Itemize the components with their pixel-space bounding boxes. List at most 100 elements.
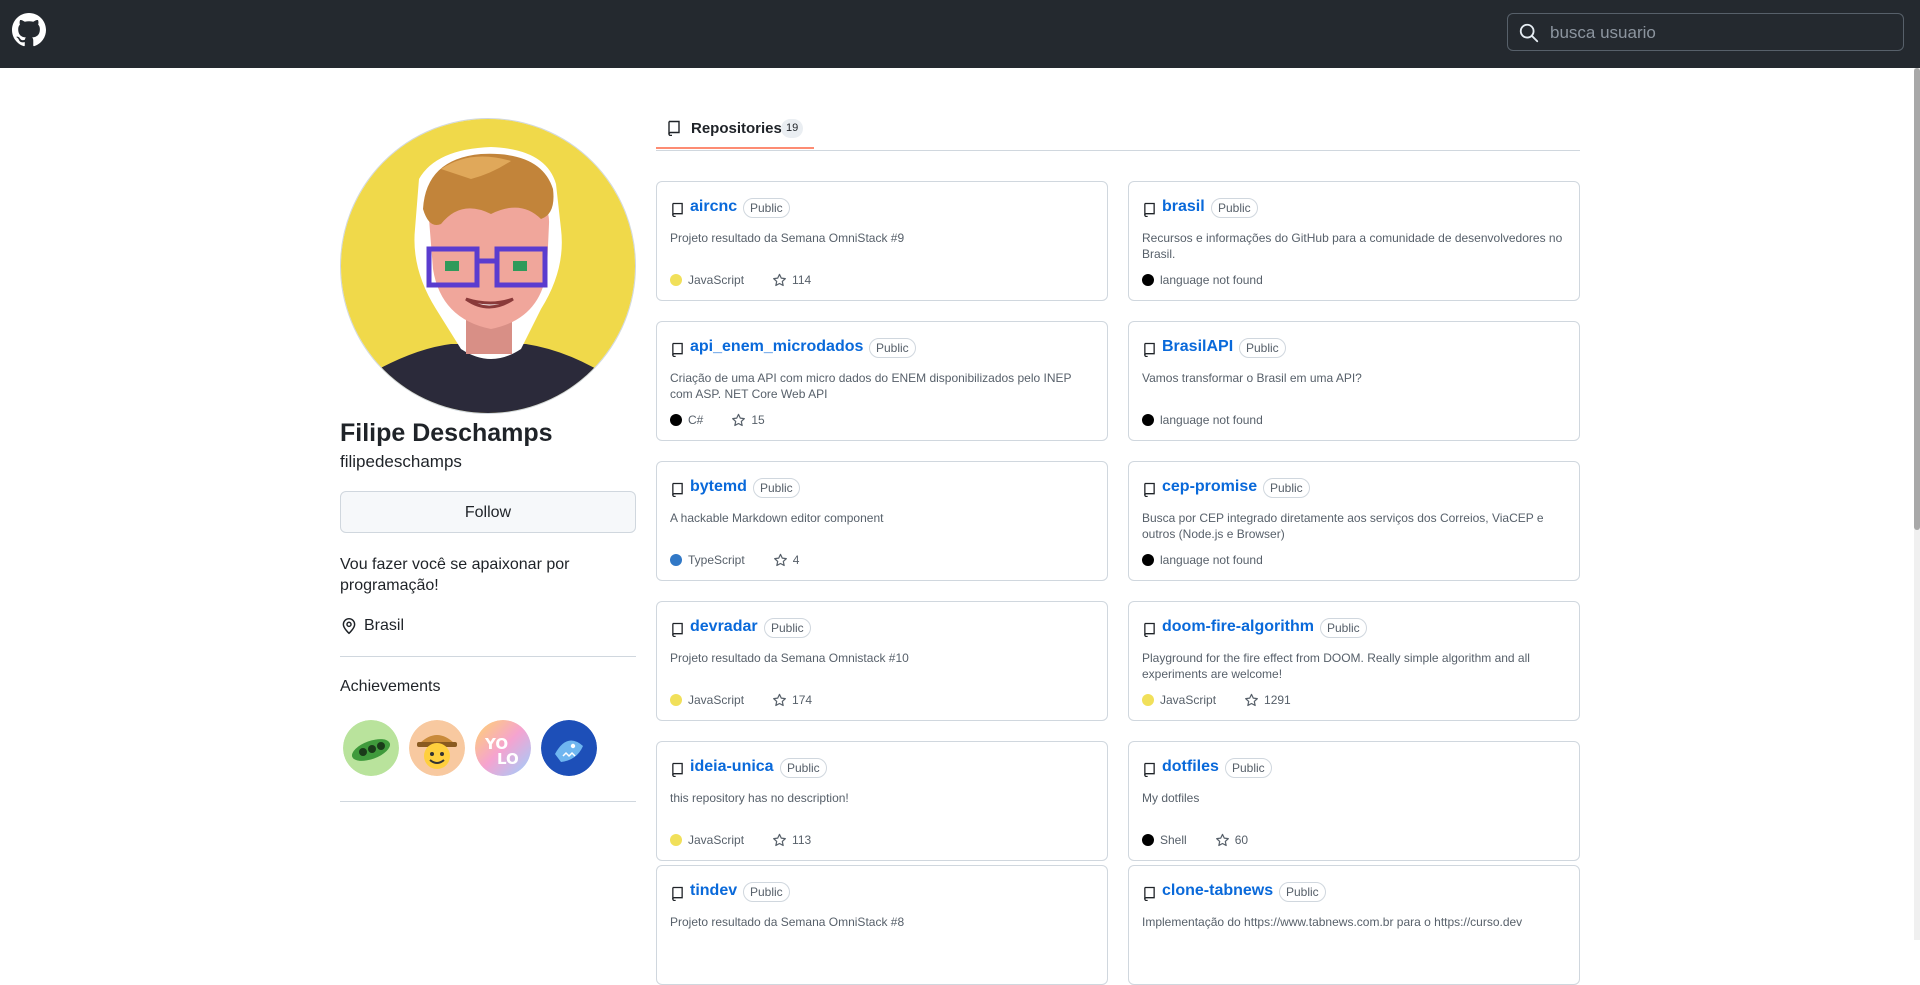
repo-description: A hackable Markdown editor component (670, 511, 884, 525)
repo-meta: JavaScript 1291 (1142, 692, 1291, 708)
repo-icon (1144, 762, 1155, 777)
repo-meta: language not found (1142, 272, 1263, 288)
repo-description: this repository has no description! (670, 791, 849, 805)
repo-name-link[interactable]: cep-promise (1162, 478, 1257, 496)
visibility-badge: Public (869, 338, 916, 358)
repo-name-link[interactable]: bytemd (690, 478, 747, 496)
search-box[interactable] (1507, 13, 1904, 51)
yolo-badge-icon[interactable]: YO LO (475, 720, 531, 776)
repo-name-link[interactable]: clone-tabnews (1162, 882, 1273, 900)
search-icon (1519, 23, 1539, 43)
repo-meta: language not found (1142, 552, 1263, 568)
visibility-badge: Public (780, 758, 827, 778)
repo-card[interactable]: bytemd Public A hackable Markdown editor c… (656, 461, 1108, 581)
language-color-dot (670, 414, 682, 426)
repo-card[interactable]: BrasilAPI Public Vamos transformar o Brasi… (1128, 321, 1580, 441)
repo-icon (1144, 622, 1155, 637)
repo-card[interactable]: cep-promise Public Busca por CEP integrado… (1128, 461, 1580, 581)
visibility-badge: Public (1225, 758, 1272, 778)
repo-icon (672, 762, 683, 777)
visibility-badge: Public (764, 618, 811, 638)
visibility-badge: Public (753, 478, 800, 498)
repo-description: Recursos e informações do GitHub para a … (1142, 231, 1563, 261)
repo-description: My dotfiles (1142, 791, 1200, 805)
sidebar-divider-bottom (340, 801, 636, 802)
repo-name-link[interactable]: dotfiles (1162, 758, 1219, 776)
repo-card[interactable]: clone-tabnews Public Implementação do http… (1128, 865, 1580, 985)
repo-description: Criação de uma API com micro dados do EN… (670, 371, 1072, 401)
repo-language: C# (688, 413, 704, 427)
repo-name-link[interactable]: brasil (1162, 198, 1205, 216)
repo-card[interactable]: devradar Public Projeto resultado da Seman… (656, 601, 1108, 721)
language-color-dot (1142, 834, 1154, 846)
repo-stars: 174 (792, 693, 813, 707)
github-logo-icon[interactable] (12, 13, 46, 47)
peas-badge-icon[interactable] (343, 720, 399, 776)
repo-name-link[interactable]: api_enem_microdados (690, 338, 863, 356)
repo-card[interactable]: brasil Public Recursos e informações do Gi… (1128, 181, 1580, 301)
language-color-dot (670, 834, 682, 846)
repo-card[interactable]: doom-fire-algorithm Public Playground for … (1128, 601, 1580, 721)
avatar (340, 118, 636, 414)
repo-description: Implementação do https://www.tabnews.com… (1142, 915, 1523, 929)
repo-icon (672, 342, 683, 357)
repo-stars: 114 (792, 273, 812, 287)
repo-language: language not found (1160, 273, 1263, 287)
location-label: Brasil (364, 617, 405, 634)
repo-description: Projeto resultado da Semana OmniStack #8 (670, 915, 905, 929)
repo-card[interactable]: aircnc Public Projeto resultado da Semana … (656, 181, 1108, 301)
star-icon (773, 693, 786, 706)
language-color-dot (1142, 554, 1154, 566)
repo-language: language not found (1160, 413, 1263, 427)
repo-icon (1144, 342, 1155, 357)
repo-name-link[interactable]: ideia-unica (690, 758, 774, 776)
visibility-badge: Public (1239, 338, 1286, 358)
follow-button[interactable]: Follow (340, 491, 636, 533)
star-icon (773, 833, 786, 846)
language-color-dot (1142, 274, 1154, 286)
repo-meta: JavaScript 174 (670, 692, 812, 708)
star-icon (773, 553, 787, 566)
repo-icon (672, 482, 683, 497)
repo-name-link[interactable]: aircnc (690, 198, 737, 216)
top-bar (0, 0, 1920, 68)
repo-card[interactable]: ideia-unica Public this repository has no … (656, 741, 1108, 861)
achievements-list: YO LO (340, 720, 636, 780)
repo-stars: 15 (751, 413, 765, 427)
repo-language: TypeScript (688, 553, 745, 567)
profile-username: filipedeschamps (340, 452, 462, 471)
repo-meta: language not found (1142, 412, 1263, 428)
location-pin-icon (342, 617, 356, 635)
repo-icon (672, 202, 683, 217)
repo-language: JavaScript (688, 693, 745, 707)
repo-card[interactable]: tindev Public Projeto resultado da Semana … (656, 865, 1108, 985)
profile-name: Filipe Deschamps (340, 419, 553, 447)
star-icon (732, 413, 746, 426)
star-icon (773, 273, 786, 286)
repo-stars: 4 (792, 553, 800, 567)
repo-icon (672, 886, 683, 901)
repo-description: Vamos transformar o Brasil em uma API? (1142, 371, 1362, 385)
visibility-badge: Public (1279, 882, 1326, 902)
repo-icon (668, 120, 680, 136)
profile-location: Brasil (340, 615, 404, 637)
repo-name-link[interactable]: BrasilAPI (1162, 338, 1233, 356)
visibility-badge: Public (1320, 618, 1367, 638)
repo-language: JavaScript (688, 833, 745, 847)
repo-meta: JavaScript 114 (670, 272, 811, 288)
repo-name-link[interactable]: doom-fire-algorithm (1162, 618, 1314, 636)
cowboy-badge-icon[interactable] (409, 720, 465, 776)
repo-name-link[interactable]: devradar (690, 618, 758, 636)
repo-meta: TypeScript 4 (670, 552, 799, 568)
scrollbar-thumb[interactable] (1914, 68, 1920, 530)
repo-name-link[interactable]: tindev (690, 882, 737, 900)
repo-card[interactable]: dotfiles Public My dotfiles Shell 60 (1128, 741, 1580, 861)
repo-icon (1144, 202, 1155, 217)
tab-divider (656, 150, 1580, 151)
language-color-dot (1142, 414, 1154, 426)
search-input[interactable] (1548, 18, 1892, 48)
shark-badge-icon[interactable] (541, 720, 597, 776)
language-color-dot (1142, 694, 1154, 706)
repo-card[interactable]: api_enem_microdados Public Criação de uma … (656, 321, 1108, 441)
repo-description: Playground for the fire effect from DOOM… (1142, 651, 1530, 681)
